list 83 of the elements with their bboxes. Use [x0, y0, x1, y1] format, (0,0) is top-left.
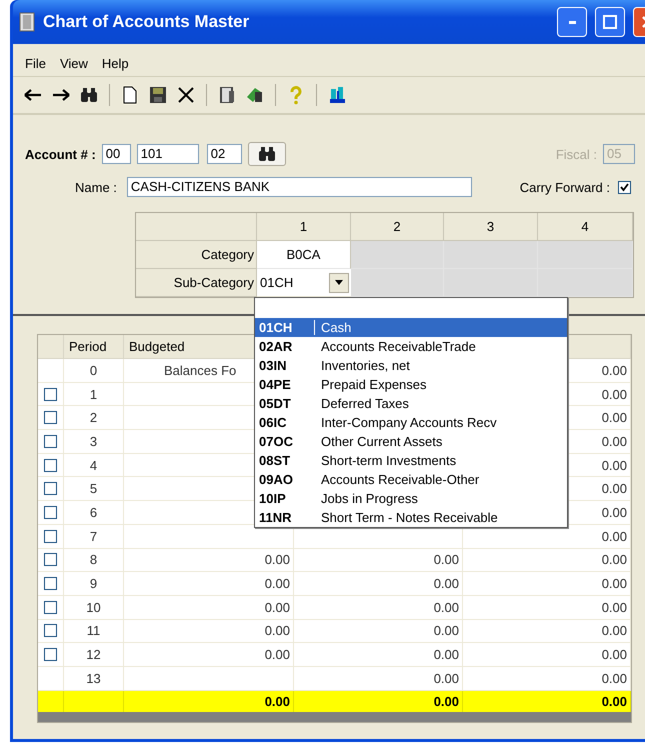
row-checkbox[interactable] [44, 624, 57, 638]
table-cell: 0.00 [463, 596, 631, 620]
window-title: Chart of Accounts Master [43, 12, 250, 32]
row-checkbox[interactable] [44, 553, 57, 566]
total-cell: 0.00 [294, 690, 463, 712]
row-checkbox[interactable] [44, 506, 57, 519]
fiscal-label: Fiscal : [556, 146, 597, 162]
total-cell [38, 690, 64, 712]
period-cell: 0 [64, 359, 124, 383]
period-cell: 3 [64, 430, 124, 454]
period-cell: 7 [64, 524, 124, 548]
column-header: 2 [351, 213, 444, 241]
period-cell: 11 [64, 620, 124, 644]
chart-figure-icon [327, 85, 347, 105]
table-cell: 0.00 [463, 572, 631, 596]
maximize-icon [603, 15, 617, 29]
maximize-button[interactable] [595, 7, 625, 37]
subcategory-combo[interactable]: 01CH [257, 269, 351, 296]
table-cell: 0.00 [463, 643, 631, 667]
row-checkbox[interactable] [44, 411, 57, 424]
dropdown-arrow-icon [335, 280, 343, 285]
window-app-icon [19, 12, 35, 32]
account-segment-field[interactable]: 00 [102, 144, 131, 164]
total-cell: 0.00 [463, 690, 631, 712]
table-cell: 0.00 [124, 620, 294, 644]
table-cell: 0.00 [294, 596, 463, 620]
period-cell: 1 [64, 382, 124, 406]
period-cell: 10 [64, 596, 124, 620]
table-cell: 0.00 [294, 572, 463, 596]
table-cell: 0.00 [124, 548, 294, 572]
row-checkbox[interactable] [44, 458, 57, 472]
delete-x-icon [176, 85, 196, 105]
period-cell: 4 [64, 454, 124, 478]
table-cell: 0.00 [294, 620, 463, 644]
period-cell: 5 [64, 477, 124, 502]
menu-item[interactable]: File [25, 56, 46, 70]
book-icon [217, 85, 237, 105]
row-checkbox[interactable] [44, 648, 57, 662]
row-checkbox[interactable] [44, 530, 57, 543]
table-cell: 0.00 [463, 548, 631, 572]
account-segment-field[interactable]: 101 [136, 144, 199, 164]
period-cell: 12 [64, 643, 124, 667]
column-header: 1 [257, 213, 351, 241]
dropdown-option[interactable]: 01CH Cash [255, 318, 567, 337]
table-cell[interactable]: B0CA [257, 241, 351, 269]
period-cell: 8 [64, 548, 124, 572]
row-header: Sub-Category [136, 269, 257, 297]
search-binoculars-icon [256, 144, 277, 164]
total-cell [64, 690, 124, 712]
table-cell: 0.00 [124, 643, 294, 667]
carry-forward-checkbox[interactable] [618, 180, 631, 194]
row-checkbox[interactable] [44, 482, 57, 496]
table-cell: 0.00 [294, 643, 463, 667]
row-header: Category [136, 241, 257, 269]
account-search-button[interactable] [248, 142, 286, 166]
name-label: Name : [75, 180, 117, 194]
name-field[interactable]: CASH-CITIZENS BANK [126, 177, 472, 197]
column-header: 4 [538, 213, 633, 241]
search-binoculars-icon [79, 85, 99, 105]
table-cell: 0.00 [124, 572, 294, 596]
row-checkbox[interactable] [44, 600, 57, 614]
period-cell: 6 [64, 501, 124, 525]
minimize-button[interactable] [557, 7, 587, 37]
check-mark-icon [620, 182, 629, 192]
minimize-icon [568, 20, 576, 24]
row-checkbox[interactable] [44, 434, 57, 448]
column-header [38, 335, 64, 359]
row-checkbox[interactable] [44, 577, 57, 590]
account-segment-field[interactable]: 02 [206, 144, 242, 164]
book-icon [245, 85, 265, 105]
table-cell: 0.00 [463, 620, 631, 644]
column-header: Period [64, 335, 124, 359]
table-cell: 0.00 [124, 596, 294, 620]
menu-item[interactable]: View [60, 56, 88, 70]
account-label: Account # : [25, 146, 96, 162]
row-checkbox[interactable] [44, 388, 57, 401]
menu-item[interactable]: Help [102, 56, 129, 70]
period-cell: 9 [64, 572, 124, 596]
table-cell: 0.00 [294, 548, 463, 572]
total-cell: 0.00 [124, 690, 294, 712]
period-cell: 2 [64, 406, 124, 430]
column-header: 3 [444, 213, 538, 241]
carry-forward-label: Carry Forward : [520, 180, 610, 194]
